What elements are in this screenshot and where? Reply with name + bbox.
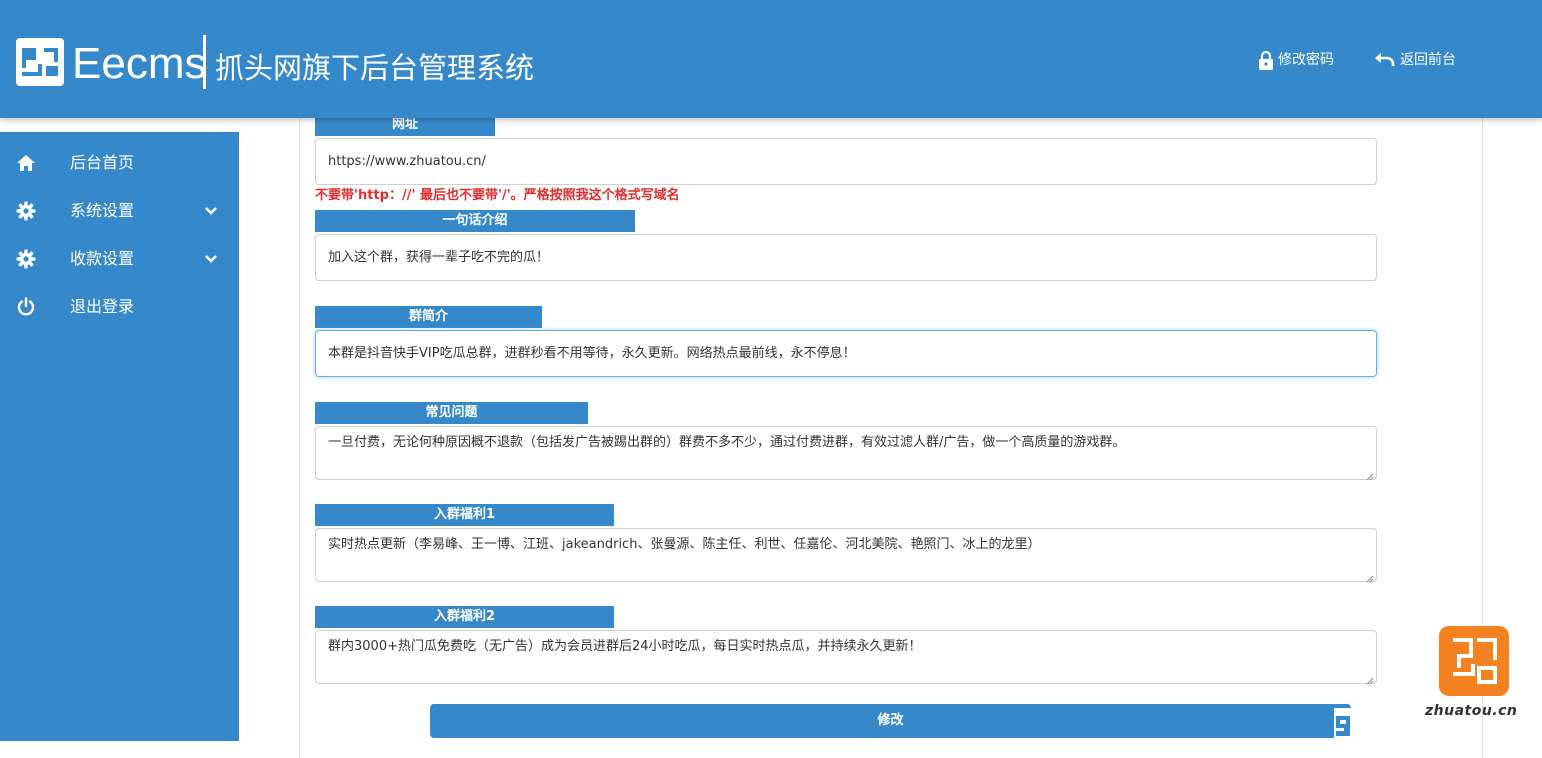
back-to-front-label: 返回前台 bbox=[1400, 52, 1456, 68]
brand-name: Eecms bbox=[72, 39, 207, 88]
undo-icon bbox=[1374, 52, 1396, 68]
intro-input[interactable]: 加入这个群，获得一辈子吃不完的瓜！ bbox=[315, 234, 1377, 281]
home-icon bbox=[16, 153, 36, 173]
benefit2-label: 入群福利2 bbox=[315, 606, 614, 628]
sidebar-item-label: 收款设置 bbox=[70, 249, 135, 268]
sidebar-item-label: 系统设置 bbox=[70, 201, 135, 220]
resize-grip-icon[interactable] bbox=[1365, 570, 1374, 583]
benefit1-textarea[interactable]: 实时热点更新（李易峰、王一博、江班、jakeandrich、张曼源、陈主任、利世… bbox=[315, 528, 1377, 583]
sidebar-item-logout[interactable]: 退出登录 bbox=[0, 283, 239, 331]
benefit1-label: 入群福利1 bbox=[315, 504, 614, 526]
chevron-down-icon bbox=[203, 203, 219, 219]
sidebar-item-home[interactable]: 后台首页 bbox=[0, 139, 239, 187]
logo-icon bbox=[16, 38, 64, 86]
gear-icon bbox=[16, 201, 36, 221]
sidebar-item-label: 退出登录 bbox=[70, 297, 135, 316]
url-input[interactable]: https://www.zhuatou.cn/ bbox=[315, 138, 1377, 185]
group-desc-input[interactable]: 本群是抖音快手VIP吃瓜总群，进群秒看不用等待，永久更新。网络热点最前线，永不停… bbox=[315, 330, 1377, 377]
url-hint: 不要带'http：//' 最后也不要带'/'。严格按照我这个格式写域名 bbox=[315, 188, 680, 203]
resize-grip-icon[interactable] bbox=[1365, 468, 1374, 481]
gear-icon bbox=[16, 249, 36, 269]
brand-divider bbox=[203, 35, 206, 89]
watermark-logo-icon bbox=[1439, 626, 1509, 696]
faq-text: 一旦付费，无论何种原因概不退款（包括发广告被踢出群的）群费不多不少，通过付费进群… bbox=[328, 435, 1126, 450]
change-password-link[interactable]: 修改密码 bbox=[1258, 50, 1334, 70]
top-header: Eecms 抓头网旗下后台管理系统 修改密码 返回前台 bbox=[0, 0, 1542, 118]
sidebar-item-payment-settings[interactable]: 收款设置 bbox=[0, 235, 239, 283]
back-to-front-link[interactable]: 返回前台 bbox=[1374, 50, 1456, 70]
change-password-label: 修改密码 bbox=[1278, 52, 1334, 68]
sidebar-item-system-settings[interactable]: 系统设置 bbox=[0, 187, 239, 235]
submit-button[interactable]: 修改 bbox=[430, 704, 1351, 738]
sidebar: 后台首页 系统设置 收款设置 退出登录 bbox=[0, 132, 239, 741]
sidebar-item-label: 后台首页 bbox=[70, 153, 135, 172]
chevron-down-icon bbox=[203, 251, 219, 267]
power-icon bbox=[16, 297, 36, 317]
benefit2-text: 群内3000+热门瓜免费吃（无广告）成为会员进群后24小时吃瓜，每日实时热点瓜，… bbox=[328, 639, 922, 654]
benefit1-text: 实时热点更新（李易峰、王一博、江班、jakeandrich、张曼源、陈主任、利世… bbox=[328, 537, 1041, 552]
watermark-text: zhuatou.cn bbox=[1425, 703, 1518, 719]
brand-subtitle: 抓头网旗下后台管理系统 bbox=[215, 51, 535, 85]
lock-icon bbox=[1258, 50, 1274, 70]
benefit2-textarea[interactable]: 群内3000+热门瓜免费吃（无广告）成为会员进群后24小时吃瓜，每日实时热点瓜，… bbox=[315, 630, 1377, 685]
faq-label: 常见问题 bbox=[315, 402, 588, 424]
group-desc-label: 群简介 bbox=[315, 306, 542, 328]
faq-textarea[interactable]: 一旦付费，无论何种原因概不退款（包括发广告被踢出群的）群费不多不少，通过付费进群… bbox=[315, 426, 1377, 481]
resize-grip-icon[interactable] bbox=[1365, 672, 1374, 685]
small-logo-icon bbox=[1334, 708, 1354, 741]
intro-label: 一句话介绍 bbox=[315, 210, 635, 232]
